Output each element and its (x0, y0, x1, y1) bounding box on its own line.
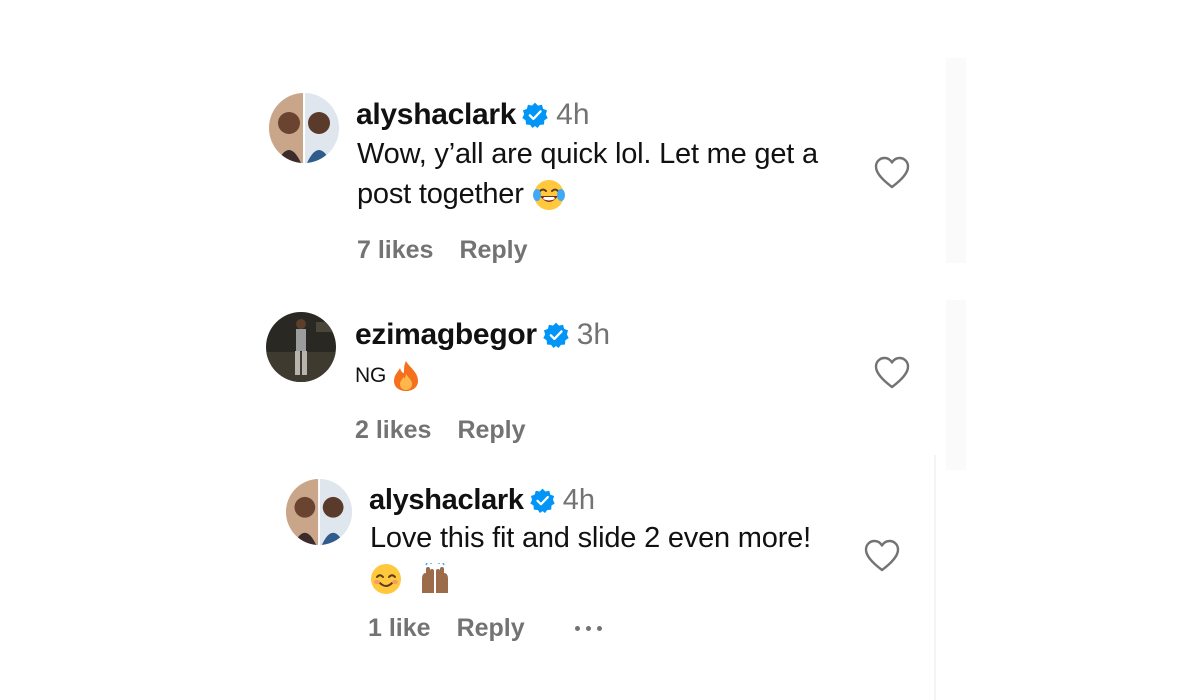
raising-hands-emoji (418, 563, 452, 595)
side-panel (946, 58, 966, 263)
more-options-icon[interactable] (574, 625, 602, 631)
side-panel (946, 300, 966, 470)
reply-button[interactable]: Reply (459, 236, 527, 265)
comment-text: NG (355, 356, 855, 396)
timestamp: 3h (576, 318, 611, 351)
avatar[interactable] (286, 479, 352, 545)
comment-body: Love this fit and slide 2 even more! (370, 522, 811, 554)
timestamp: 4h (556, 98, 590, 131)
reply-button[interactable]: Reply (457, 614, 525, 643)
comment-body: NG (355, 364, 387, 387)
likes-count[interactable]: 7 likes (357, 236, 433, 265)
avatar[interactable] (266, 312, 336, 382)
comments-page: alyshaclark 4h Wow, y’all are quick lol.… (0, 0, 1200, 700)
timestamp: 4h (562, 483, 595, 516)
verified-badge-icon (530, 488, 555, 513)
heart-icon[interactable] (874, 156, 910, 190)
likes-count[interactable]: 2 likes (355, 416, 431, 445)
avatar[interactable] (269, 93, 339, 163)
fire-emoji (392, 360, 420, 392)
comment-header: alyshaclark 4h (356, 96, 590, 134)
comment-meta: 7 likes Reply (357, 234, 528, 266)
verified-badge-icon (522, 102, 548, 128)
dot (585, 625, 591, 631)
likes-count[interactable]: 1 like (368, 614, 431, 643)
reply-button[interactable]: Reply (457, 416, 525, 445)
comment-meta: 1 like Reply (368, 612, 602, 644)
username[interactable]: alyshaclark (356, 98, 516, 132)
verified-badge-icon (543, 322, 569, 348)
dot (596, 625, 602, 631)
smiling-face-with-smiling-eyes-emoji (370, 563, 402, 595)
heart-icon[interactable] (874, 356, 910, 390)
dot (574, 625, 580, 631)
comment-text: Love this fit and slide 2 even more! (370, 518, 850, 598)
divider (934, 455, 936, 700)
comment-text: Wow, y’all are quick lol. Let me get a p… (357, 134, 877, 214)
heart-icon[interactable] (864, 539, 900, 573)
comment-meta: 2 likes Reply (355, 414, 526, 446)
comment-header: alyshaclark 4h (369, 481, 595, 519)
face-with-tears-of-joy-emoji (532, 178, 566, 212)
username[interactable]: ezimagbegor (355, 318, 537, 352)
username[interactable]: alyshaclark (369, 484, 524, 517)
comment-header: ezimagbegor 3h (355, 316, 610, 354)
comment-body: Wow, y’all are quick lol. Let me get a p… (357, 138, 818, 210)
